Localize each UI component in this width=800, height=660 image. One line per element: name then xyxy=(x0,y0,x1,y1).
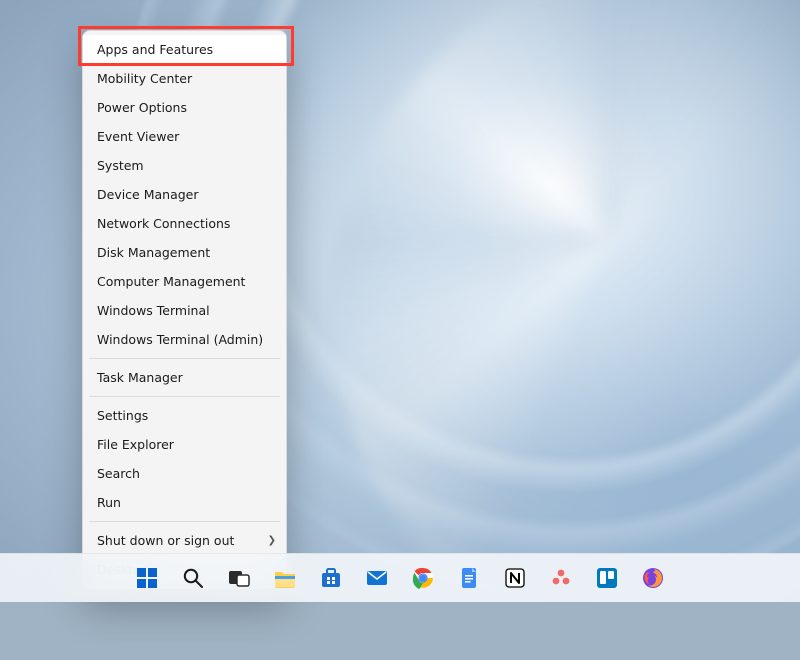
firefox-icon xyxy=(641,566,665,590)
chevron-right-icon: ❯ xyxy=(268,526,276,555)
menu-item-label: Windows Terminal (Admin) xyxy=(97,332,263,347)
winx-power-user-menu: Apps and Features Mobility Center Power Op… xyxy=(82,30,287,589)
menu-item-label: Search xyxy=(97,466,140,481)
task-view-button[interactable] xyxy=(219,558,259,598)
notion-icon xyxy=(503,566,527,590)
winx-shutdown-signout[interactable]: Shut down or sign out ❯ xyxy=(83,526,286,555)
trello-icon xyxy=(595,566,619,590)
menu-item-label: Task Manager xyxy=(97,370,183,385)
task-view-icon xyxy=(227,566,251,590)
search-icon xyxy=(181,566,205,590)
menu-item-label: Shut down or sign out xyxy=(97,533,234,548)
winx-apps-and-features[interactable]: Apps and Features xyxy=(83,35,286,64)
start-button[interactable] xyxy=(127,558,167,598)
mail-icon xyxy=(365,566,389,590)
menu-item-label: Mobility Center xyxy=(97,71,192,86)
mail-button[interactable] xyxy=(357,558,397,598)
winx-windows-terminal[interactable]: Windows Terminal xyxy=(83,296,286,325)
asana-icon xyxy=(549,566,573,590)
file-explorer-button[interactable] xyxy=(265,558,305,598)
menu-item-label: Apps and Features xyxy=(97,42,213,57)
asana-button[interactable] xyxy=(541,558,581,598)
microsoft-store-button[interactable] xyxy=(311,558,351,598)
winx-mobility-center[interactable]: Mobility Center xyxy=(83,64,286,93)
menu-separator xyxy=(89,521,280,522)
winx-power-options[interactable]: Power Options xyxy=(83,93,286,122)
menu-item-label: System xyxy=(97,158,144,173)
google-docs-button[interactable] xyxy=(449,558,489,598)
winx-settings[interactable]: Settings xyxy=(83,401,286,430)
winx-run[interactable]: Run xyxy=(83,488,286,517)
winx-network-connections[interactable]: Network Connections xyxy=(83,209,286,238)
winx-computer-management[interactable]: Computer Management xyxy=(83,267,286,296)
menu-item-label: Power Options xyxy=(97,100,187,115)
menu-item-label: Run xyxy=(97,495,121,510)
microsoft-store-icon xyxy=(319,566,343,590)
menu-item-label: Disk Management xyxy=(97,245,210,260)
menu-item-label: Windows Terminal xyxy=(97,303,210,318)
winx-disk-management[interactable]: Disk Management xyxy=(83,238,286,267)
winx-event-viewer[interactable]: Event Viewer xyxy=(83,122,286,151)
menu-item-label: Network Connections xyxy=(97,216,230,231)
taskbar xyxy=(0,553,800,602)
file-explorer-icon xyxy=(273,566,297,590)
winx-task-manager[interactable]: Task Manager xyxy=(83,363,286,392)
winx-system[interactable]: System xyxy=(83,151,286,180)
winx-file-explorer[interactable]: File Explorer xyxy=(83,430,286,459)
menu-item-label: Event Viewer xyxy=(97,129,179,144)
menu-item-label: Computer Management xyxy=(97,274,245,289)
menu-separator xyxy=(89,396,280,397)
search-button[interactable] xyxy=(173,558,213,598)
chrome-icon xyxy=(411,566,435,590)
windows-logo-icon xyxy=(135,566,159,590)
winx-search[interactable]: Search xyxy=(83,459,286,488)
trello-button[interactable] xyxy=(587,558,627,598)
firefox-button[interactable] xyxy=(633,558,673,598)
menu-item-label: File Explorer xyxy=(97,437,174,452)
docs-icon xyxy=(457,566,481,590)
menu-item-label: Device Manager xyxy=(97,187,199,202)
menu-separator xyxy=(89,358,280,359)
menu-item-label: Settings xyxy=(97,408,148,423)
notion-button[interactable] xyxy=(495,558,535,598)
chrome-button[interactable] xyxy=(403,558,443,598)
winx-windows-terminal-admin[interactable]: Windows Terminal (Admin) xyxy=(83,325,286,354)
winx-device-manager[interactable]: Device Manager xyxy=(83,180,286,209)
